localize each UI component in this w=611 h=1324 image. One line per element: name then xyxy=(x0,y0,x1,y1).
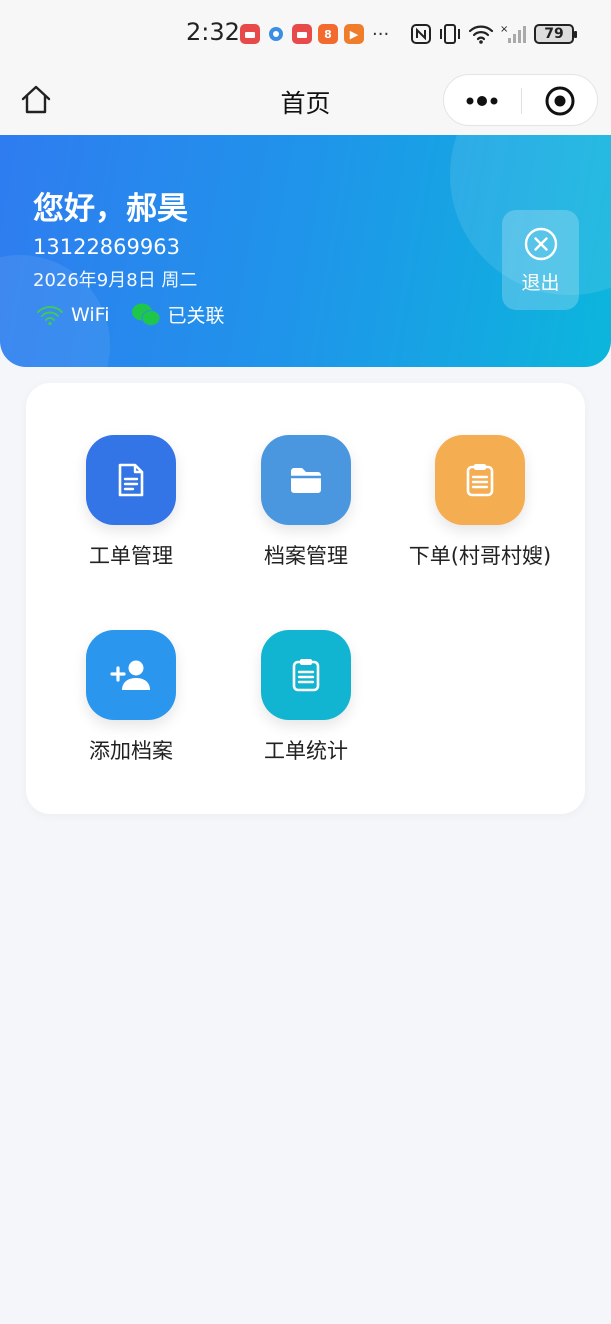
app-orange-icon: 8 xyxy=(318,24,338,44)
menu-item-add-archive[interactable]: 添加档案 xyxy=(41,630,221,780)
wifi-icon xyxy=(37,305,63,325)
system-icons: × 79 xyxy=(410,20,577,48)
logout-label: 退出 xyxy=(521,271,560,294)
navigation-bar: 首页 xyxy=(0,68,611,135)
menu-icon-tile xyxy=(261,630,351,720)
video-play-icon: ▶ xyxy=(344,24,364,44)
menu-label: 添加档案 xyxy=(89,739,173,763)
more-button[interactable] xyxy=(444,75,521,127)
clipboard-icon xyxy=(466,464,494,497)
connection-status: WiFi 已关联 xyxy=(35,301,247,328)
more-notifications: ··· xyxy=(372,23,390,45)
greeting-text: 您好，郝昊 xyxy=(33,191,188,227)
menu-label: 档案管理 xyxy=(264,544,348,568)
menu-label: 下单(村哥村嫂) xyxy=(408,544,552,568)
nfc-icon xyxy=(411,24,431,44)
wifi-status: WiFi xyxy=(35,303,109,327)
wifi-label: WiFi xyxy=(71,303,110,326)
svg-text:×: × xyxy=(500,24,508,35)
current-date: 2026年9月8日 周二 xyxy=(33,270,198,291)
battery-indicator: 79 xyxy=(534,24,577,44)
vibrate-icon xyxy=(440,24,460,44)
statistics-clipboard-icon xyxy=(292,659,320,692)
menu-item-work-order-statistics[interactable]: 工单统计 xyxy=(216,630,396,780)
close-mini-program-button[interactable] xyxy=(522,75,599,127)
document-icon xyxy=(118,463,144,497)
function-menu-card: 工单管理 档案管理 下单(村哥村嫂) 添加档案 工单统计 xyxy=(26,383,585,814)
wechat-icon xyxy=(132,303,161,326)
menu-icon-tile xyxy=(86,435,176,525)
huawei-mall-icon xyxy=(240,24,260,44)
close-circle-icon xyxy=(524,227,557,260)
menu-item-place-order[interactable]: 下单(村哥村嫂) xyxy=(390,435,570,585)
menu-label: 工单统计 xyxy=(264,739,348,763)
status-bar: 2:32 8 ▶ ··· × 79 xyxy=(0,0,611,68)
add-user-icon xyxy=(110,660,150,690)
phone-number: 13122869963 xyxy=(33,235,180,259)
logout-button[interactable]: 退出 xyxy=(502,210,579,310)
wechat-label: 已关联 xyxy=(167,305,225,327)
menu-icon-tile xyxy=(435,435,525,525)
menu-item-work-order-management[interactable]: 工单管理 xyxy=(41,435,221,585)
more-dots-icon xyxy=(466,96,498,106)
menu-icon-tile xyxy=(86,630,176,720)
target-icon xyxy=(545,86,575,116)
user-header-banner: 您好，郝昊 13122869963 2026年9月8日 周二 WiFi 已关联 … xyxy=(0,135,611,367)
menu-item-archive-management[interactable]: 档案管理 xyxy=(216,435,396,585)
huawei-mall-icon-2 xyxy=(292,24,312,44)
menu-icon-tile xyxy=(261,435,351,525)
status-time: 2:32 xyxy=(186,18,240,46)
mini-program-capsule xyxy=(443,74,598,126)
folder-icon xyxy=(291,468,321,493)
signal-icon: × xyxy=(500,24,526,43)
menu-label: 工单管理 xyxy=(89,544,173,568)
wifi-status-icon xyxy=(468,25,494,44)
wechat-status: 已关联 xyxy=(131,301,225,328)
notification-icons: 8 ▶ ··· xyxy=(240,22,389,46)
browser-icon xyxy=(266,24,286,44)
